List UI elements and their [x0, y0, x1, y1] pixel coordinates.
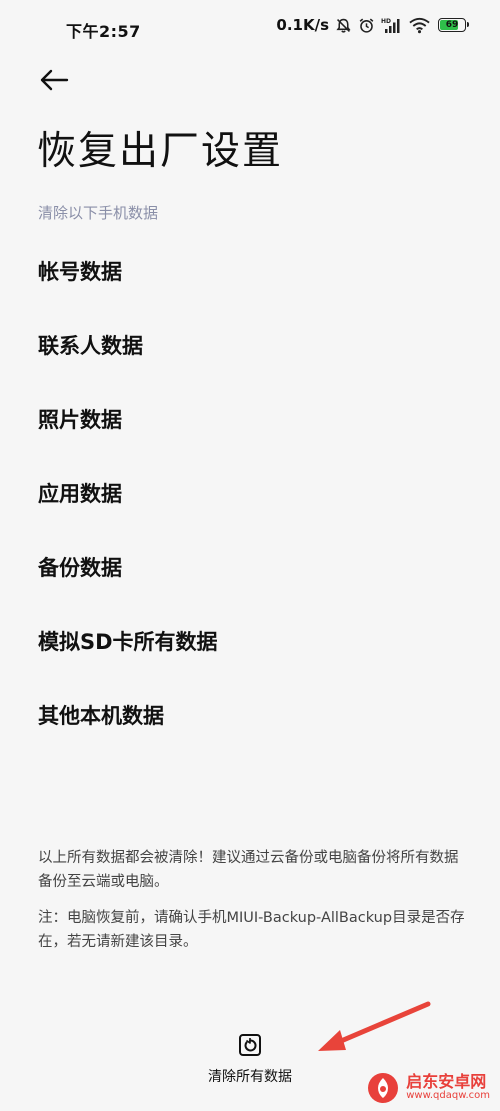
bell-muted-icon	[335, 17, 352, 34]
wifi-icon	[409, 17, 430, 34]
arrow-left-icon	[40, 69, 69, 91]
watermark-logo-icon	[368, 1073, 399, 1103]
list-item-contacts-data: 联系人数据	[38, 334, 143, 358]
clear-all-data-button[interactable]: 清除所有数据	[190, 1032, 310, 1096]
annotation-arrow-icon	[318, 1001, 431, 1051]
data-list: 帐号数据 联系人数据 照片数据 应用数据 备份数据 模拟SD卡所有数据 其他本机…	[0, 234, 500, 752]
list-item-other-local-data: 其他本机数据	[38, 704, 164, 728]
reset-icon	[239, 1034, 261, 1056]
back-button[interactable]	[32, 60, 76, 100]
section-header: 清除以下手机数据	[38, 204, 159, 222]
status-indicators: 0.1K/s HD 69	[276, 16, 469, 34]
warning-notice: 以上所有数据都会被清除！建议通过云备份或电脑备份将所有数据备份至云端或电脑。	[38, 850, 459, 890]
watermark: 启东安卓网 www.qdaqw.com	[366, 1071, 490, 1105]
battery-icon: 69	[438, 18, 469, 32]
status-time: 下午2:57	[66, 22, 141, 41]
watermark-site: www.qdaqw.com	[406, 1090, 490, 1102]
page-title: 恢复出厂设置	[37, 129, 284, 174]
list-item-photos-data: 照片数据	[38, 408, 122, 432]
list-item-sd-card-data: 模拟SD卡所有数据	[38, 630, 218, 654]
network-speed: 0.1K/s	[276, 16, 329, 34]
alarm-icon	[358, 17, 375, 34]
list-item-account-data: 帐号数据	[38, 260, 122, 284]
battery-level: 69	[445, 19, 459, 30]
list-item-backup-data: 备份数据	[38, 556, 122, 580]
watermark-brand: 启东安卓网	[406, 1072, 487, 1092]
clear-all-data-label: 清除所有数据	[208, 1069, 292, 1085]
list-item-app-data: 应用数据	[38, 482, 122, 506]
signal-icon: HD	[381, 17, 403, 34]
backup-note: 注：电脑恢复前，请确认手机MIUI-Backup-AllBackup目录是否存在…	[38, 910, 465, 950]
svg-text:HD: HD	[381, 18, 391, 25]
status-bar: 下午2:57 0.1K/s HD 69	[0, 0, 500, 58]
